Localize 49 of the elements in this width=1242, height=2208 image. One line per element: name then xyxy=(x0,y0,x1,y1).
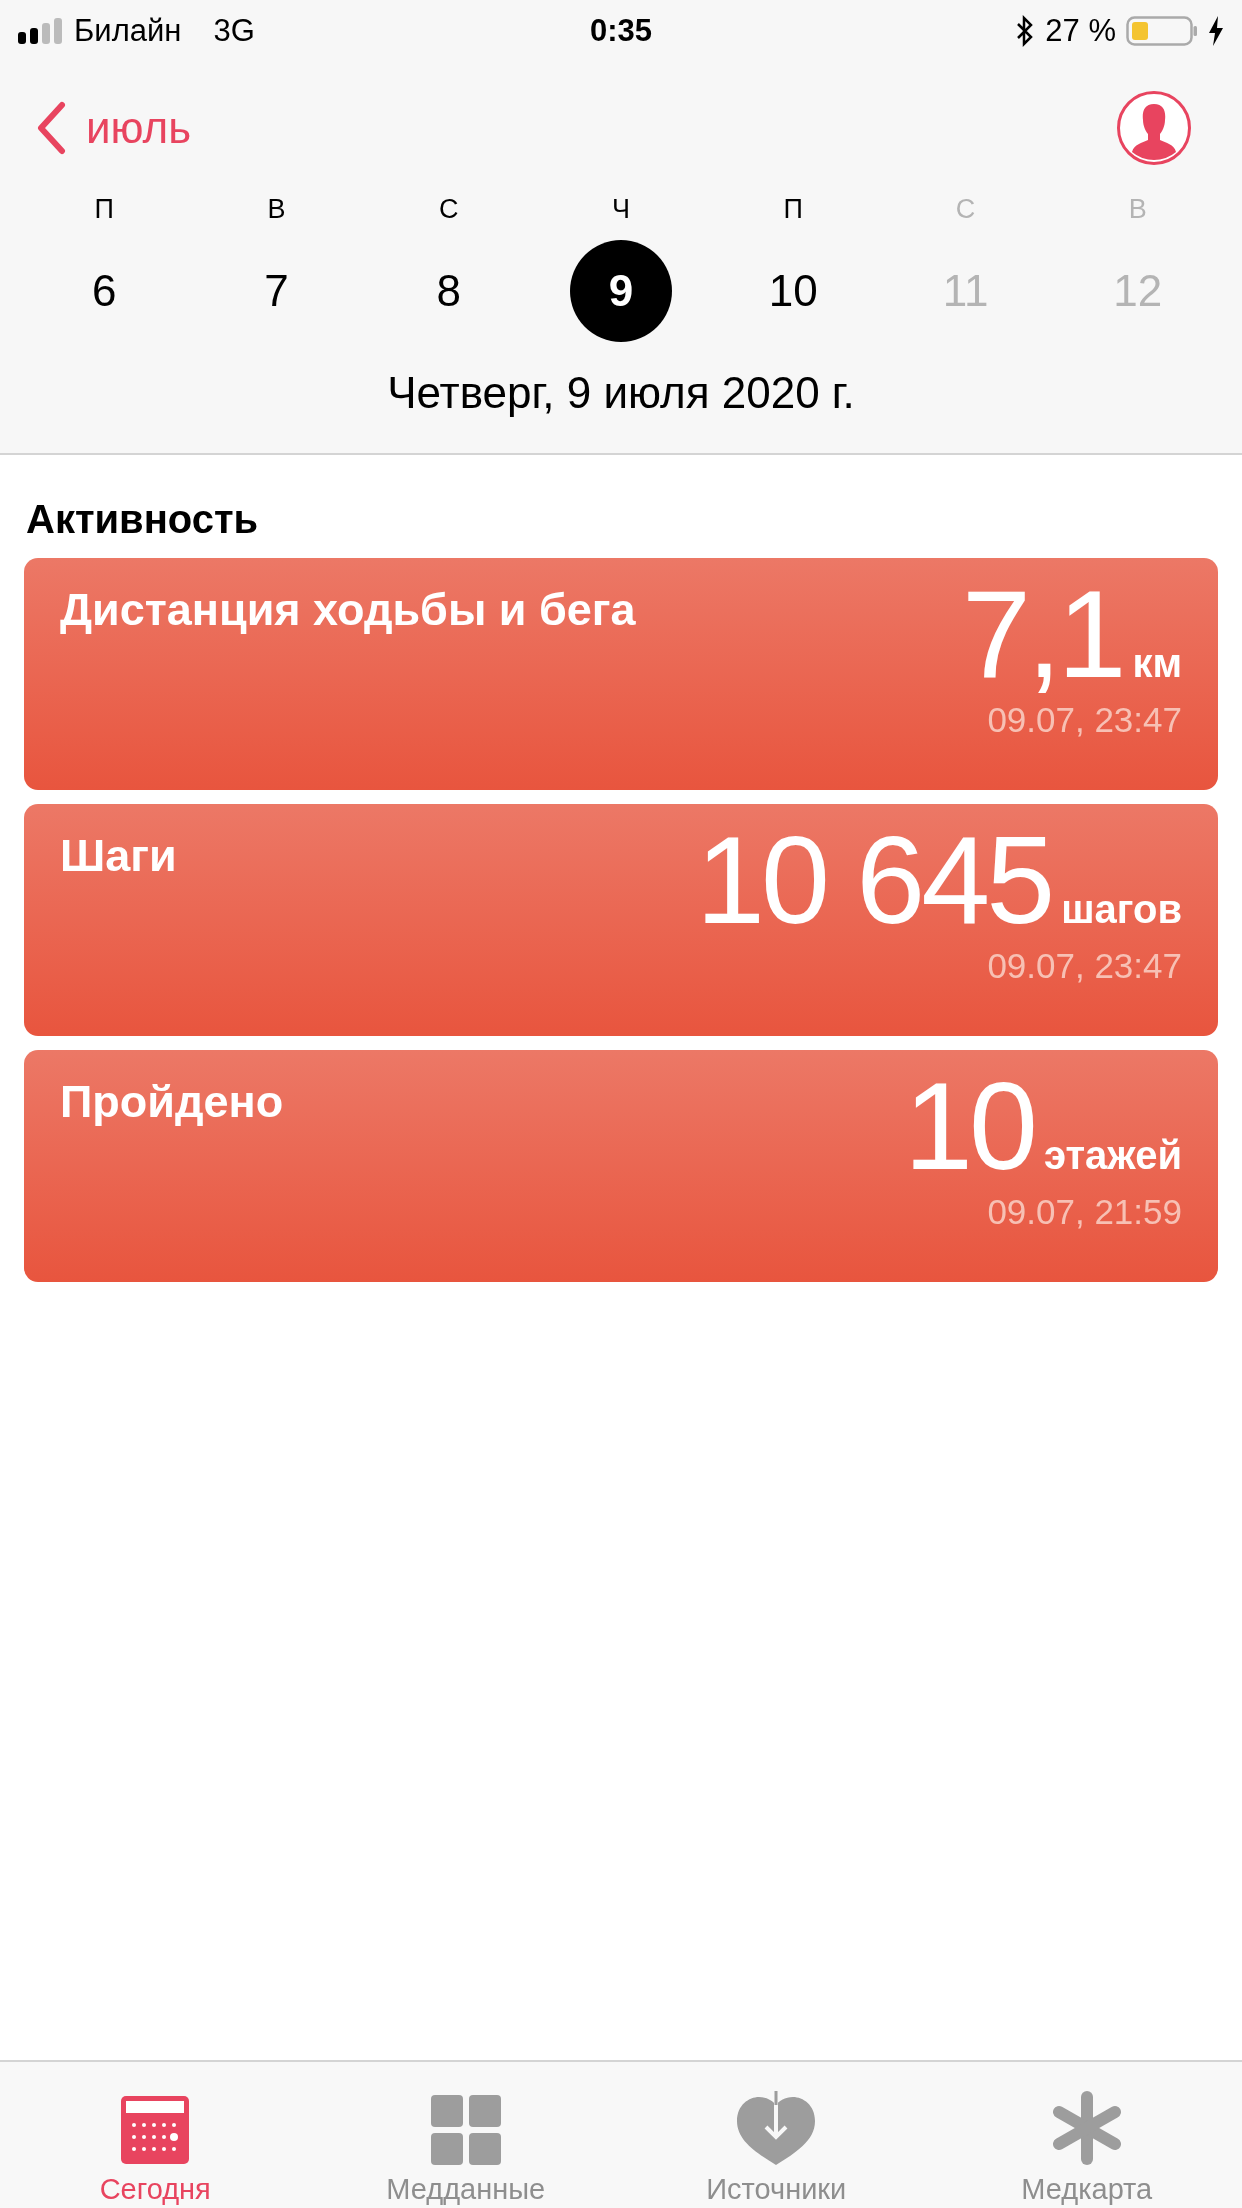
metric-value: 7,1 xyxy=(962,572,1123,696)
day-button[interactable]: 8 xyxy=(397,240,500,342)
card-title: Пройдено xyxy=(60,1076,284,1129)
tab-item[interactable]: Сегодня xyxy=(0,2062,311,2208)
day-button[interactable]: 12 xyxy=(1086,240,1189,342)
day-button[interactable]: 6 xyxy=(53,240,156,342)
grid-icon xyxy=(430,2095,501,2165)
calendar-icon xyxy=(120,2095,191,2165)
activity-card[interactable]: Пройдено 10 этажей 09.07, 21:59 xyxy=(24,1050,1218,1282)
card-title: Дистанция ходьбы и бега xyxy=(60,584,636,637)
tab-item[interactable]: Медкарта xyxy=(931,2062,1242,2208)
metric-value: 10 645 xyxy=(696,818,1052,942)
weekday-label: С xyxy=(955,194,976,226)
battery-icon xyxy=(1126,15,1198,47)
day-button[interactable]: 10 xyxy=(742,240,845,342)
section-title: Активность xyxy=(26,497,260,542)
metric-unit: км xyxy=(1132,641,1182,686)
charging-icon xyxy=(1208,16,1224,46)
back-button[interactable]: июль xyxy=(36,101,192,155)
weekday-label: П xyxy=(94,194,114,226)
activity-card[interactable]: Дистанция ходьбы и бега 7,1 км 09.07, 23:47 xyxy=(24,558,1218,790)
tab-item[interactable]: Медданные xyxy=(310,2062,621,2208)
metric-value: 10 xyxy=(904,1064,1034,1188)
day-button[interactable]: 11 xyxy=(914,240,1017,342)
profile-icon[interactable] xyxy=(1116,90,1192,166)
asterisk-icon xyxy=(1050,2091,1123,2165)
network-type: 3G xyxy=(213,13,255,49)
carrier-name: Билайн xyxy=(74,13,182,49)
day-button[interactable]: 9 xyxy=(570,240,672,342)
card-time: 09.07, 23:47 xyxy=(987,700,1182,740)
signal-icon xyxy=(18,18,64,44)
weekday-label: В xyxy=(267,194,286,226)
chevron-left-icon xyxy=(36,101,66,155)
weekday-label: П xyxy=(783,194,803,226)
day-button[interactable]: 7 xyxy=(225,240,328,342)
card-time: 09.07, 23:47 xyxy=(987,946,1182,986)
weekday-label: В xyxy=(1128,194,1147,226)
metric-unit: шагов xyxy=(1061,887,1182,932)
card-title: Шаги xyxy=(60,830,177,883)
date-title: Четверг, 9 июля 2020 г. xyxy=(386,368,856,418)
tab-item[interactable]: Источники xyxy=(621,2062,932,2208)
battery-percent: 27 % xyxy=(1045,13,1116,49)
weekday-label: С xyxy=(438,194,459,226)
activity-card[interactable]: Шаги 10 645 шагов 09.07, 23:47 xyxy=(24,804,1218,1036)
metric-unit: этажей xyxy=(1043,1133,1182,1178)
card-time: 09.07, 21:59 xyxy=(987,1192,1182,1232)
heart-download-icon xyxy=(737,2091,816,2165)
weekday-label: Ч xyxy=(612,194,630,226)
status-time: 0:35 xyxy=(590,13,652,49)
